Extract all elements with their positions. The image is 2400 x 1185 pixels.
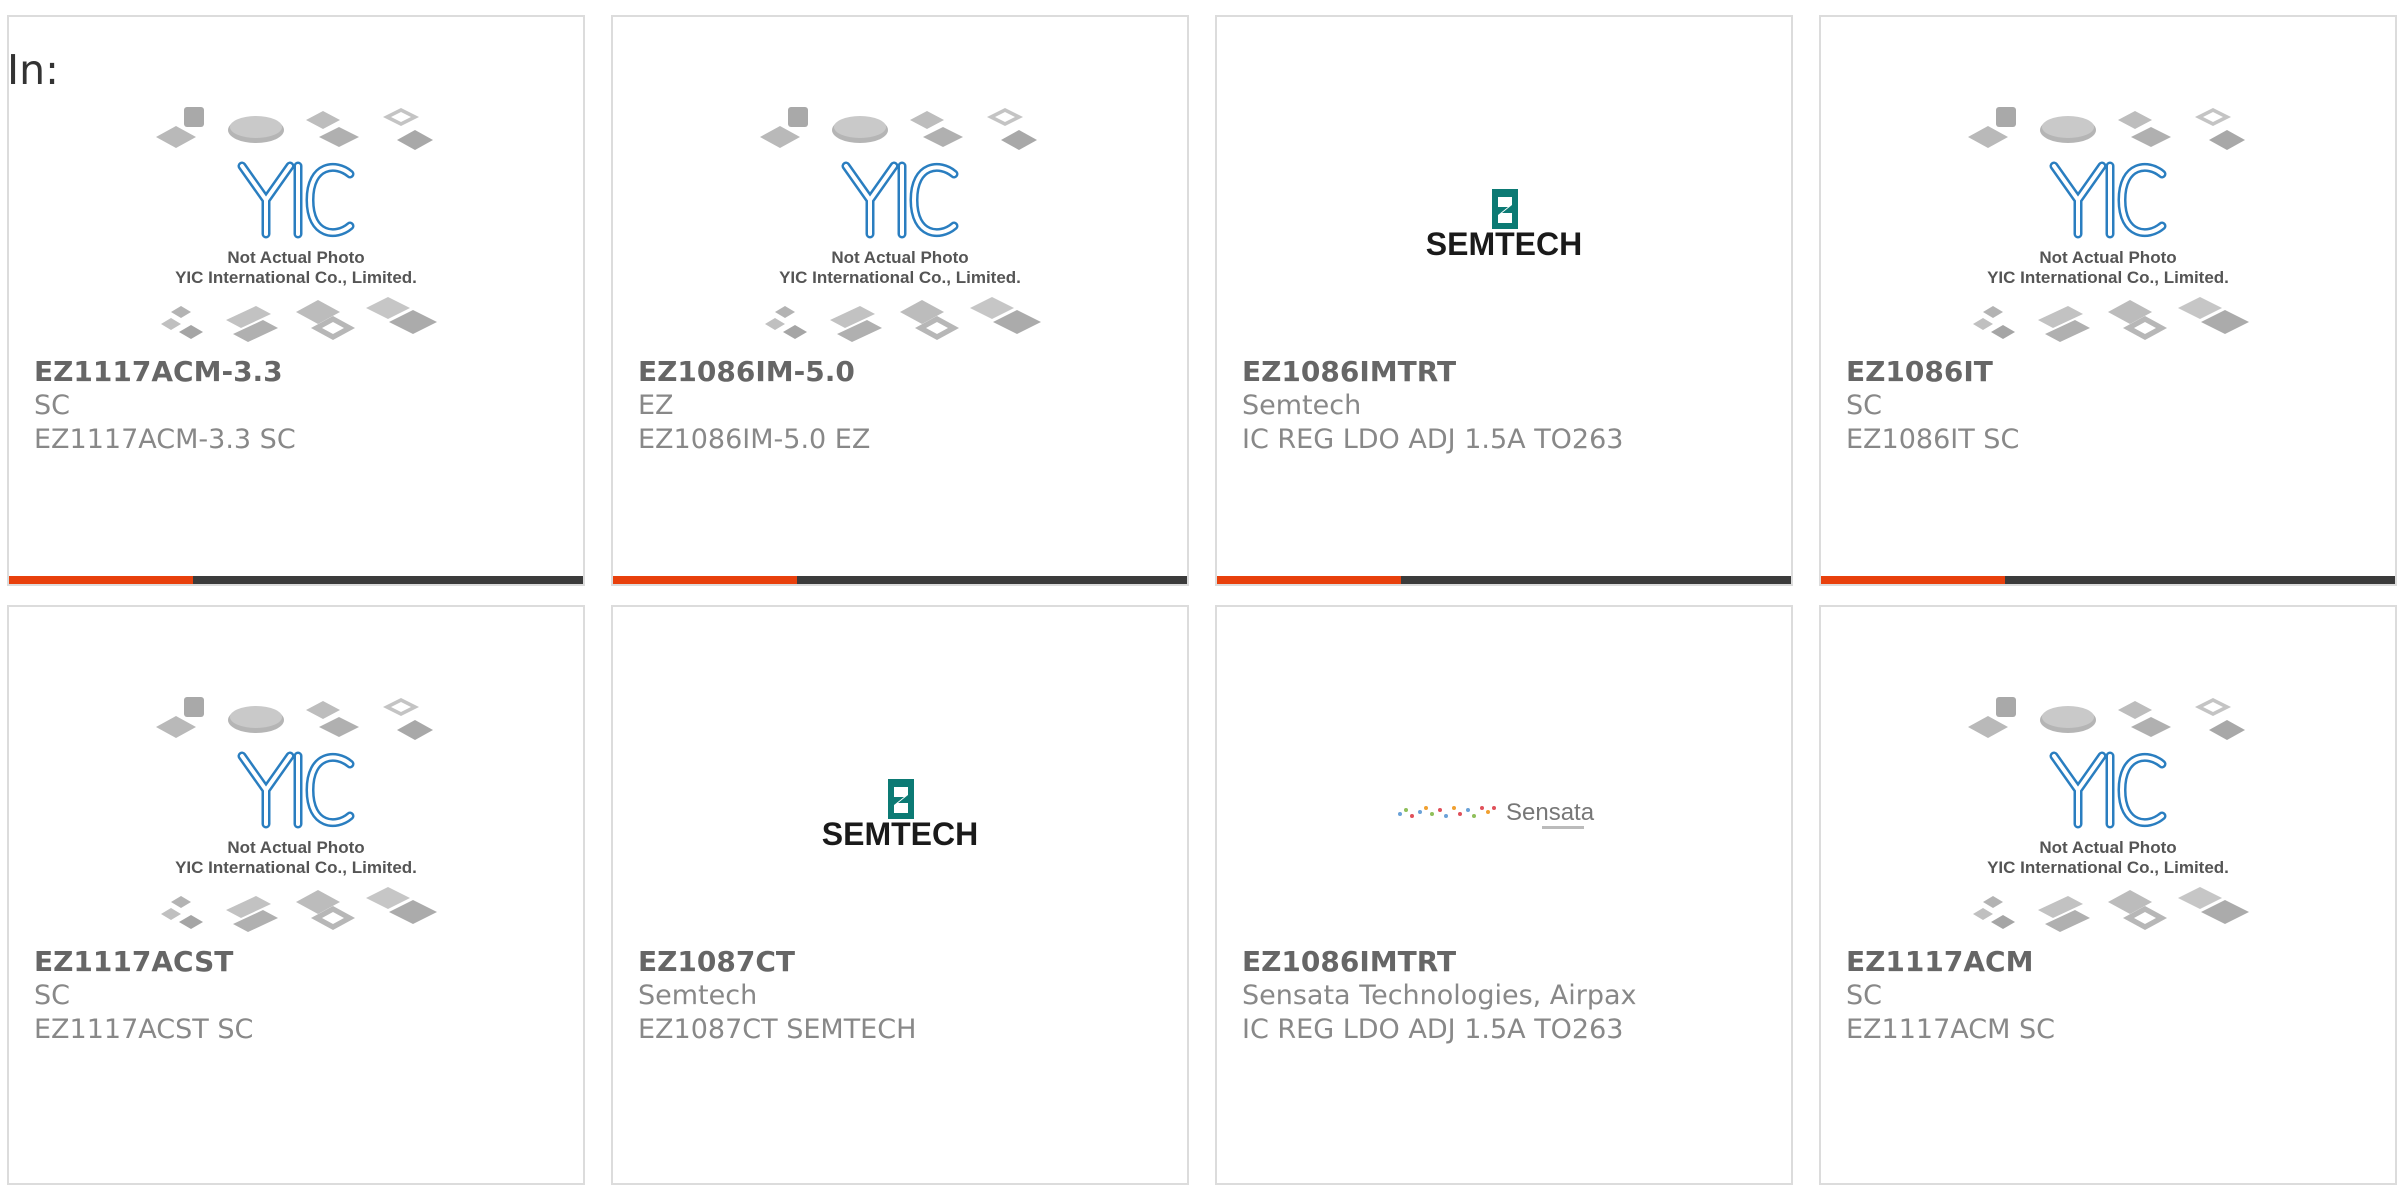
- product-image[interactable]: Not Actual Photo YIC International Co., L…: [9, 92, 583, 362]
- yic-placeholder-icon: Not Actual PhotoYIC International Co., L…: [156, 107, 437, 342]
- placeholder-line1: Not Actual Photo: [2039, 248, 2176, 267]
- product-info: EZ1086IT SC EZ1086IT SC: [1846, 355, 2385, 457]
- part-number[interactable]: EZ1117ACM: [1846, 945, 2385, 979]
- placeholder-line2: YIC International Co., Limited.: [1987, 858, 2229, 877]
- card-bottom-bar: [1821, 576, 2395, 584]
- product-info: EZ1117ACM-3.3 SC EZ1117ACM-3.3 SC: [34, 355, 573, 457]
- product-card[interactable]: Not Actual Photo YIC International Co., L…: [7, 15, 585, 586]
- part-number[interactable]: EZ1086IMTRT: [1242, 355, 1781, 389]
- description: EZ1117ACM-3.3 SC: [34, 424, 296, 455]
- product-image[interactable]: Not Actual Photo YIC International Co., L…: [9, 682, 583, 952]
- description: EZ1117ACM SC: [1846, 1014, 2055, 1045]
- product-card[interactable]: SEMTECH EZ1087CT Semtech EZ1087CT SEMTECH: [611, 605, 1189, 1185]
- product-info: EZ1087CT Semtech EZ1087CT SEMTECH: [638, 945, 1177, 1047]
- placeholder-line1: Not Actual Photo: [831, 248, 968, 267]
- manufacturer: SC: [34, 390, 70, 421]
- card-accent-bar: [1821, 576, 2005, 584]
- description: IC REG LDO ADJ 1.5A TO263: [1242, 1014, 1624, 1045]
- placeholder-line2: YIC International Co., Limited.: [1987, 268, 2229, 287]
- manufacturer: Semtech: [638, 980, 758, 1011]
- yic-placeholder-icon: Not Actual PhotoYIC International Co., L…: [760, 107, 1041, 342]
- manufacturer: SC: [34, 980, 70, 1011]
- product-info: EZ1117ACM SC EZ1117ACM SC: [1846, 945, 2385, 1047]
- card-accent-bar: [9, 576, 193, 584]
- part-number[interactable]: EZ1117ACM-3.3: [34, 355, 573, 389]
- card-bottom-bar: [1217, 576, 1791, 584]
- product-card[interactable]: SEMTECH EZ1086IMTRT Semtech IC REG LDO ADJ …: [1215, 15, 1793, 586]
- manufacturer: Sensata Technologies, Airpax: [1242, 980, 1637, 1011]
- part-number[interactable]: EZ1086IMTRT: [1242, 945, 1781, 979]
- part-number[interactable]: EZ1117ACST: [34, 945, 573, 979]
- description: EZ1086IT SC: [1846, 424, 2020, 455]
- card-accent-bar: [1217, 576, 1401, 584]
- product-card[interactable]: Not Actual Photo YIC International Co., L…: [611, 15, 1189, 586]
- product-card[interactable]: Sensata EZ1086IMTRT Sensata Technologies, …: [1215, 605, 1793, 1185]
- product-image[interactable]: Not Actual Photo YIC International Co., L…: [1821, 92, 2395, 362]
- description: EZ1086IM-5.0 EZ: [638, 424, 871, 455]
- product-info: EZ1117ACST SC EZ1117ACST SC: [34, 945, 573, 1047]
- product-image[interactable]: SEMTECH: [1217, 92, 1791, 362]
- placeholder-line1: Not Actual Photo: [227, 838, 364, 857]
- product-info: EZ1086IMTRT Sensata Technologies, Airpax I…: [1242, 945, 1781, 1047]
- description: IC REG LDO ADJ 1.5A TO263: [1242, 424, 1624, 455]
- manufacturer: SC: [1846, 980, 1882, 1011]
- card-accent-bar: [613, 576, 797, 584]
- product-info: EZ1086IMTRT Semtech IC REG LDO ADJ 1.5A TO…: [1242, 355, 1781, 457]
- manufacturer: EZ: [638, 390, 674, 421]
- part-number[interactable]: EZ1087CT: [638, 945, 1177, 979]
- semtech-logo: SEMTECH: [1426, 189, 1582, 262]
- semtech-logo-text: SEMTECH: [822, 816, 978, 852]
- sensata-logo: Sensata: [1398, 799, 1595, 829]
- product-card[interactable]: Not Actual Photo YIC International Co., L…: [1819, 605, 2397, 1185]
- semtech-logo-text: SEMTECH: [1426, 226, 1582, 262]
- product-image[interactable]: SEMTECH: [613, 682, 1187, 952]
- product-image[interactable]: Sensata: [1217, 682, 1791, 952]
- product-card[interactable]: Not Actual Photo YIC International Co., L…: [7, 605, 585, 1185]
- placeholder-line2: YIC International Co., Limited.: [175, 858, 417, 877]
- placeholder-line2: YIC International Co., Limited.: [175, 268, 417, 287]
- page-in-label: In:: [7, 46, 59, 94]
- product-card[interactable]: Not Actual Photo YIC International Co., L…: [1819, 15, 2397, 586]
- semtech-logo: SEMTECH: [822, 779, 978, 852]
- placeholder-line1: Not Actual Photo: [227, 248, 364, 267]
- placeholder-line2: YIC International Co., Limited.: [779, 268, 1021, 287]
- product-image[interactable]: Not Actual Photo YIC International Co., L…: [613, 92, 1187, 362]
- manufacturer: Semtech: [1242, 390, 1362, 421]
- part-number[interactable]: EZ1086IM-5.0: [638, 355, 1177, 389]
- part-number[interactable]: EZ1086IT: [1846, 355, 2385, 389]
- description: EZ1087CT SEMTECH: [638, 1014, 917, 1045]
- product-image[interactable]: Not Actual Photo YIC International Co., L…: [1821, 682, 2395, 952]
- yic-placeholder-icon: Not Actual PhotoYIC International Co., L…: [1968, 107, 2249, 342]
- description: EZ1117ACST SC: [34, 1014, 254, 1045]
- product-grid: Not Actual Photo YIC International Co., L…: [0, 0, 2400, 1185]
- card-bottom-bar: [9, 576, 583, 584]
- product-info: EZ1086IM-5.0 EZ EZ1086IM-5.0 EZ: [638, 355, 1177, 457]
- manufacturer: SC: [1846, 390, 1882, 421]
- sensata-logo-text: Sensata: [1506, 799, 1595, 826]
- yic-placeholder-icon: Not Actual PhotoYIC International Co., L…: [156, 697, 437, 932]
- card-bottom-bar: [613, 576, 1187, 584]
- yic-placeholder-icon: Not Actual PhotoYIC International Co., L…: [1968, 697, 2249, 932]
- placeholder-line1: Not Actual Photo: [2039, 838, 2176, 857]
